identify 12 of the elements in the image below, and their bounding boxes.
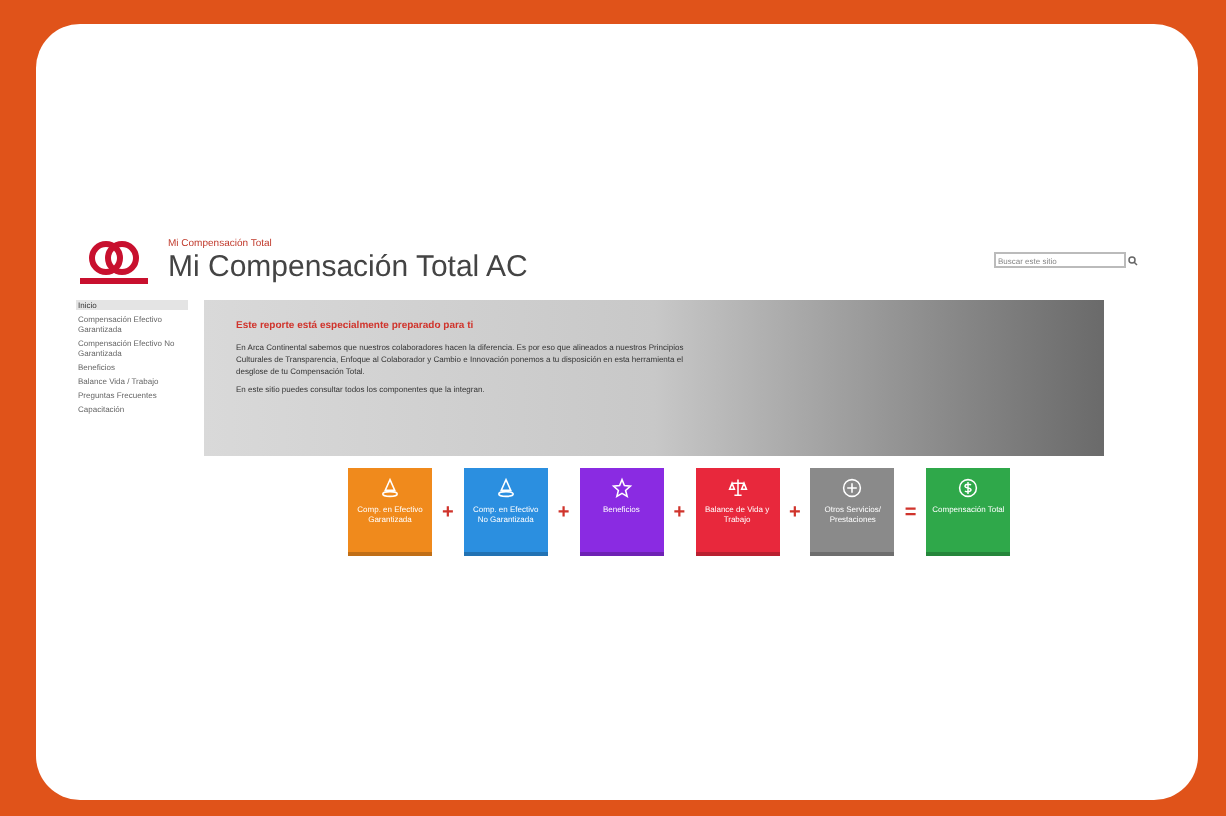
dollar-icon <box>956 476 981 500</box>
operator-sign: + <box>673 499 686 527</box>
plus-circle-icon <box>840 476 865 500</box>
operator-sign: = <box>904 499 917 527</box>
operator-sign: + <box>442 499 454 527</box>
logo-icon <box>76 240 152 288</box>
operator-sign: + <box>557 499 570 527</box>
site-title: Mi Compensación Total AC <box>168 250 528 288</box>
star-icon <box>609 476 634 500</box>
operator-sign: + <box>789 499 801 527</box>
search-icon[interactable] <box>1128 255 1138 265</box>
scale-icon <box>725 476 750 500</box>
